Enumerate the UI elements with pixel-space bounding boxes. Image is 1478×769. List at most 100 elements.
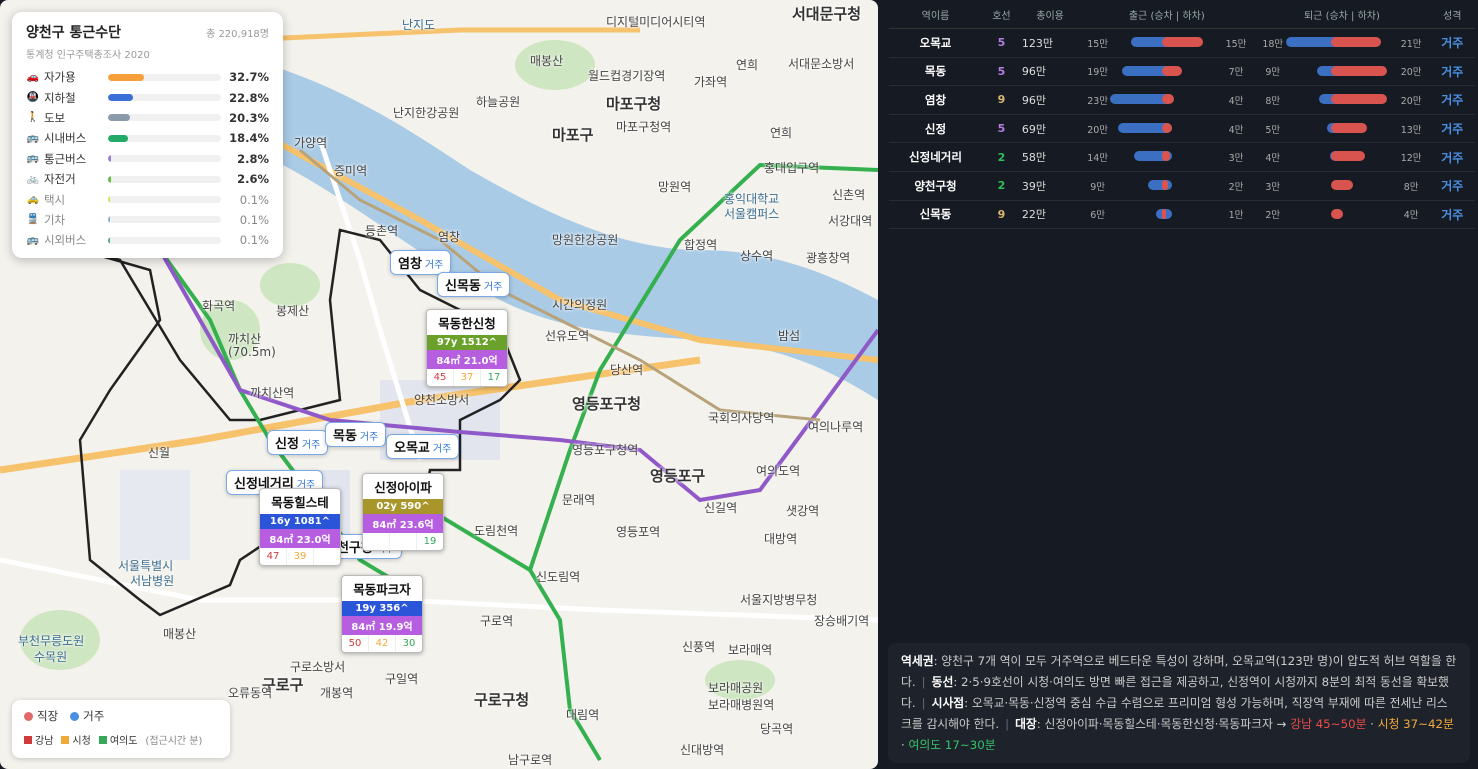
apartment-card[interactable]: 신정아이파 02y 590^ 84㎡ 23.6억 19: [362, 473, 444, 551]
table-row[interactable]: 신정 5 69만 20만 4만 5만 13만 거주: [889, 114, 1475, 144]
apartment-card[interactable]: 목동힐스테 16y 1081^ 84㎡ 23.0억 47 39: [259, 488, 341, 566]
mode-name: 도보: [43, 110, 66, 125]
map-label: 신길역: [704, 501, 738, 515]
commute-time: 17: [487, 372, 501, 383]
map-label: 수목원: [34, 650, 68, 664]
map-label: 국회의사당역: [708, 411, 775, 425]
map-label: 증미역: [334, 164, 368, 178]
am-bar-graphic: [1162, 208, 1167, 219]
map-label: 서대문소방서: [788, 57, 855, 71]
map-label: 신대방역: [680, 743, 725, 757]
mode-name: 자가용: [43, 70, 76, 85]
pm-bar: [1285, 28, 1393, 58]
pm-bar-graphic: [1331, 151, 1366, 162]
map-label: 까치산역: [250, 386, 295, 400]
mode-bar-fill: [107, 73, 144, 81]
mode-bar-fill: [107, 114, 131, 122]
table-header: 역이름 호선 총이용 출근 (승차 | 하차) 퇴근 (승차 | 하차) 성격: [889, 0, 1475, 29]
commute-time: 45: [427, 369, 454, 386]
mode-pct: 0.1%: [239, 212, 269, 227]
legend-gangnam: 강남: [24, 732, 53, 747]
station-tag[interactable]: 목동 거주: [325, 422, 387, 447]
line-number: 5: [981, 28, 1021, 58]
pm-off-bar: [1331, 37, 1382, 47]
pm-off: 20만: [1392, 85, 1430, 115]
table-row[interactable]: 양천구청 2 39만 9만 2만 3만 8만 거주: [889, 171, 1475, 201]
map-label: 망원한강공원: [552, 233, 619, 247]
am-off: 7만: [1217, 57, 1255, 87]
station-kind: 거주: [1429, 171, 1475, 201]
pm-on: 3만: [1254, 171, 1292, 201]
am-bar-graphic: [1162, 65, 1183, 76]
pm-bar: [1291, 114, 1393, 144]
total-commuters: 총 220,918명: [206, 29, 269, 40]
am-off: 2만: [1217, 171, 1255, 201]
station-kind: 거주: [1429, 28, 1475, 58]
apartment-card[interactable]: 목동한신청 97y 1512^ 84㎡ 21.0억 45 37 17: [426, 309, 508, 387]
map-label: 신풍역: [682, 640, 716, 654]
station-tag[interactable]: 신정 거주: [267, 430, 329, 455]
summary-h3: 시사점: [931, 696, 965, 710]
table-row[interactable]: 오목교 5 123만 15만 15만 18만 21만 거주: [889, 28, 1475, 58]
station-tag-name: 목동: [333, 429, 357, 444]
station-tag[interactable]: 신목동 거주: [437, 272, 511, 297]
col-pm: 퇴근 (승차 | 하차): [1254, 0, 1430, 29]
mode-bar: [107, 73, 222, 81]
mode-name: 기차: [43, 212, 66, 227]
am-off-bar: [1162, 208, 1167, 219]
mode-bar: [107, 114, 222, 122]
am-bar: [1116, 200, 1218, 230]
commute-time: 50: [342, 635, 369, 652]
pm-off: 8만: [1392, 171, 1430, 201]
am-off-bar: [1162, 122, 1173, 133]
map-label: 보라매공원: [708, 681, 764, 695]
map-label: 시간의정원: [552, 298, 608, 312]
map-label: 마포구: [552, 126, 594, 144]
station-kind: 거주: [1429, 200, 1475, 230]
line-number: 5: [981, 57, 1021, 87]
table-row[interactable]: 신목동 9 22만 6만 1만 2만 4만 거주: [889, 200, 1475, 230]
mode-row: 🚌 통근버스 2.8%: [26, 149, 269, 169]
mode-bar: [107, 216, 222, 224]
total-usage: 39만: [1020, 171, 1080, 201]
apartment-card[interactable]: 목동파크자 19y 356^ 84㎡ 19.9억 50 42 30: [341, 575, 423, 653]
mode-name: 지하철: [43, 90, 76, 105]
table-row[interactable]: 목동 5 96만 19만 7만 9만 20만 거주: [889, 57, 1475, 87]
station-tag[interactable]: 오목교 거주: [386, 434, 460, 459]
mode-row: 🚗 자가용 32.7%: [26, 67, 269, 87]
station-tag-name: 염창: [398, 257, 422, 272]
mode-row: 🚌 시내버스 18.4%: [26, 128, 269, 148]
map-label: 연희: [736, 58, 759, 72]
map-label: 구로소방서: [290, 660, 346, 674]
am-bar: [1116, 57, 1218, 87]
pm-on: 2만: [1254, 200, 1292, 230]
mode-icon: 🚌: [26, 234, 40, 246]
apartment-name: 목동힐스테: [271, 495, 329, 510]
park-area: [260, 263, 320, 307]
am-on: 20만: [1079, 114, 1117, 144]
apartment-year: 16y 1081^: [260, 514, 340, 529]
map-label: 영등포구: [650, 467, 706, 485]
mode-bar: [107, 155, 222, 163]
apartment-name: 목동한신청: [438, 316, 496, 331]
station-tag-kind: 거주: [432, 444, 452, 455]
map-label: 가좌역: [694, 75, 728, 89]
map-label: (70.5m): [228, 345, 276, 359]
map-label: 하늘공원: [476, 95, 521, 109]
mode-pct: 0.1%: [239, 233, 269, 248]
table-row[interactable]: 염창 9 96만 23만 4만 8만 20만 거주: [889, 85, 1475, 115]
col-am: 출근 (승차 | 하차): [1079, 0, 1255, 29]
am-off: 4만: [1217, 85, 1255, 115]
mode-pct: 22.8%: [229, 90, 269, 105]
station-tag-kind: 거주: [424, 260, 444, 271]
pm-bar: [1291, 171, 1393, 201]
am-off: 15만: [1217, 28, 1255, 58]
map-view[interactable]: 난지도 서대문구청 매봉산 월드컵경기장역 하늘공원 마포구청 서대문소방서 연희 난지한강공원…: [0, 0, 878, 769]
pm-on: 5만: [1254, 114, 1292, 144]
map-label: 구로구청: [474, 691, 530, 709]
station-tag-kind: 거주: [301, 440, 321, 451]
commute-times: 19: [363, 533, 443, 550]
total-usage: 123만: [1020, 28, 1080, 58]
station-tag-name: 신목동: [445, 279, 481, 294]
table-row[interactable]: 신정네거리 2 58만 14만 3만 4만 12만 거주: [889, 142, 1475, 172]
